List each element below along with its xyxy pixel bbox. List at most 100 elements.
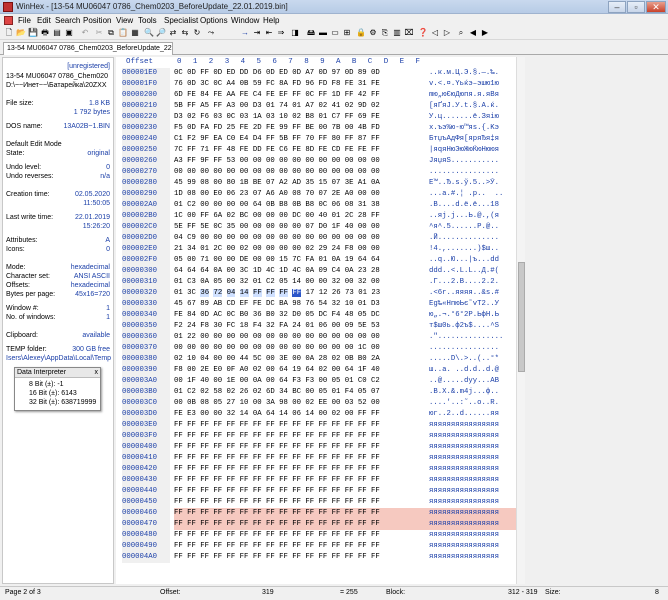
row-hex-bytes[interactable]: 5E FF 5E 0C 35 00 00 00 00 00 07 D0 1F 4… bbox=[174, 222, 429, 233]
row-hex-bytes[interactable]: 45 99 08 00 80 1B BE 07 A2 AD 35 15 07 3… bbox=[174, 178, 429, 189]
paste-block-icon[interactable]: ▦ bbox=[130, 28, 140, 38]
row-hex-bytes[interactable]: 6D FE 84 FE AA FE C4 FE EF FF 0C FF 1D F… bbox=[174, 90, 429, 101]
hex-row[interactable]: 000002F0 05 00 71 00 00 DE 00 00 15 7C FA… bbox=[116, 255, 516, 266]
hex-row[interactable]: 00000310 01 C3 0A 05 00 32 01 C2 05 14 00… bbox=[116, 277, 516, 288]
row-hex-bytes[interactable]: 21 34 01 2C 00 02 00 00 00 00 02 29 24 F… bbox=[174, 244, 429, 255]
row-hex-bytes[interactable]: FE 84 0D AC 0C B0 36 B0 32 D0 05 DC F4 4… bbox=[174, 310, 429, 321]
paste-icon[interactable]: 📋 bbox=[118, 28, 128, 38]
wipe-icon[interactable]: ⌧ bbox=[404, 28, 414, 38]
row-ascii[interactable]: ..яj.ј...Ь.@.,(я bbox=[429, 211, 516, 222]
menu-tools[interactable]: Tools bbox=[138, 16, 157, 25]
row-hex-bytes[interactable]: 5B FF A5 FF A3 00 D3 01 74 01 A7 02 41 0… bbox=[174, 101, 429, 112]
tab-document[interactable]: 13-54 MU06047 0786_Chem0203_BeforeUpdate… bbox=[3, 42, 173, 55]
data-interpreter-window[interactable]: Data Interpreter x 8 Bit (±): -1 16 Bit … bbox=[14, 367, 101, 411]
row-ascii[interactable]: яяяяяяяяяяяяяяяя bbox=[429, 453, 516, 464]
row-ascii[interactable]: .Й.............. bbox=[429, 233, 516, 244]
hex-row[interactable]: 000003D0 FE E3 00 00 32 14 0A 64 14 06 14… bbox=[116, 409, 516, 420]
history-back-icon[interactable]: ◁ bbox=[430, 28, 440, 38]
row-hex-bytes[interactable]: 01 C3 0A 05 00 32 01 C2 05 14 00 00 32 0… bbox=[174, 277, 429, 288]
hex-editor[interactable]: Offset 0123456789ABCDEF 000001E0 0C 0D FF… bbox=[116, 57, 516, 584]
goto-back-icon[interactable]: ⇤ bbox=[264, 28, 274, 38]
hex-row[interactable]: 000002A0 01 C2 00 00 00 00 64 0B B8 0B B8… bbox=[116, 200, 516, 211]
cut-icon[interactable]: ✂ bbox=[94, 28, 104, 38]
row-ascii[interactable]: v.<.¤.Yьќэ–эшю1ю bbox=[429, 79, 516, 90]
hex-byte[interactable]: 14 bbox=[239, 289, 249, 297]
row-ascii[interactable]: х.ъэ%ю-ю™яѕ.{.Kэ bbox=[429, 123, 516, 134]
goto-page-icon[interactable]: ⇥ bbox=[252, 28, 262, 38]
save-icon[interactable]: 💾 bbox=[28, 28, 38, 38]
hex-row[interactable]: 00000350 F2 24 F8 30 FC 18 F4 32 FA 24 01… bbox=[116, 321, 516, 332]
row-ascii[interactable]: ..к.м.Ц.Э.§.—.‰. bbox=[429, 68, 516, 79]
binoculars-icon[interactable]: ⌕ bbox=[456, 28, 466, 38]
hex-byte[interactable]: 72 bbox=[213, 289, 223, 297]
row-hex-bytes[interactable]: C1 F2 9F EA C0 E4 D4 FF 5B FF 70 FF 80 F… bbox=[174, 134, 429, 145]
row-ascii[interactable]: яяяяяяяяяяяяяяяя bbox=[429, 431, 516, 442]
row-ascii[interactable]: .<6r..яяяя..&s.# bbox=[429, 288, 516, 299]
find-text-icon[interactable]: 🔍 bbox=[144, 28, 154, 38]
menu-window[interactable]: Window bbox=[231, 16, 259, 25]
row-hex-bytes[interactable]: FF FF FF FF FF FF FF FF FF FF FF FF FF F… bbox=[174, 442, 429, 453]
table-icon[interactable]: ⊞ bbox=[342, 28, 352, 38]
replace-hex-icon[interactable]: ⇆ bbox=[180, 28, 190, 38]
row-ascii[interactable]: яяяяяяяяяяяяяяяя bbox=[429, 475, 516, 486]
row-hex-bytes[interactable]: FF FF FF FF FF FF FF FF FF FF FF FF FF F… bbox=[174, 475, 429, 486]
hex-row[interactable]: 00000470 FF FF FF FF FF FF FF FF FF FF FF… bbox=[116, 519, 516, 530]
row-ascii[interactable]: ЈяџяS........... bbox=[429, 156, 516, 167]
row-ascii[interactable]: .В.X.&.m4ј...ф.. bbox=[429, 387, 516, 398]
row-hex-bytes[interactable]: 76 0D 3C 0C A4 0B 59 FC 8A FD 96 FD F8 F… bbox=[174, 79, 429, 90]
hex-byte[interactable]: 73 bbox=[345, 289, 354, 297]
row-ascii[interactable]: БтџъАдФя[яpяЂя‡я bbox=[429, 134, 516, 145]
hex-byte[interactable]: FF bbox=[292, 289, 302, 297]
row-hex-bytes[interactable]: FF FF FF FF FF FF FF FF FF FF FF FF FF F… bbox=[174, 431, 429, 442]
print-icon[interactable]: 🖶 bbox=[40, 28, 50, 38]
back-arrow-icon[interactable]: ◀ bbox=[468, 28, 478, 38]
menu-help[interactable]: Help bbox=[263, 16, 279, 25]
hex-row[interactable]: 00000450 FF FF FF FF FF FF FF FF FF FF FF… bbox=[116, 497, 516, 508]
hex-row[interactable]: 00000400 FF FF FF FF FF FF FF FF FF FF FF… bbox=[116, 442, 516, 453]
open-file-icon[interactable]: 📂 bbox=[16, 28, 26, 38]
row-ascii[interactable]: юг..2..d......яя bbox=[429, 409, 516, 420]
goto-offset-icon[interactable]: → bbox=[240, 28, 250, 38]
row-ascii[interactable]: Eg‰«НпюЬє˜vT2..У bbox=[429, 299, 516, 310]
hex-row[interactable]: 00000200 6D FE 84 FE AA FE C4 FE EF FF 0C… bbox=[116, 90, 516, 101]
hex-row[interactable]: 00000240 C1 F2 9F EA C0 E4 D4 FF 5B FF 70… bbox=[116, 134, 516, 145]
minimize-button[interactable]: – bbox=[608, 1, 626, 13]
menu-view[interactable]: View bbox=[116, 16, 133, 25]
row-hex-bytes[interactable]: 00 1F 40 00 1E 00 0A 00 64 F3 F3 00 05 0… bbox=[174, 376, 429, 387]
replace-text-icon[interactable]: ⇄ bbox=[168, 28, 178, 38]
hex-row[interactable]: 000001E0 0C 0D FF 0D ED DD D6 0D ED 0D A7… bbox=[116, 68, 516, 79]
row-hex-bytes[interactable]: FF FF FF FF FF FF FF FF FF FF FF FF FF F… bbox=[174, 497, 429, 508]
hex-row[interactable]: 00000300 64 64 64 0A 00 3C 1D 4C 1D 4C 0A… bbox=[116, 266, 516, 277]
row-hex-bytes[interactable]: FF FF FF FF FF FF FF FF FF FF FF FF FF F… bbox=[174, 541, 429, 552]
hex-byte[interactable]: 04 bbox=[226, 289, 236, 297]
row-hex-bytes[interactable]: 7C FF 71 FF 48 FE DD FE C6 FE 8D FE CD F… bbox=[174, 145, 429, 156]
menu-specialist[interactable]: Specialist bbox=[164, 16, 198, 25]
row-ascii[interactable]: яяяяяяяяяяяяяяяя bbox=[429, 508, 516, 519]
data-interpreter-close-icon[interactable]: x bbox=[95, 368, 99, 378]
row-ascii[interactable]: т$ш0ь.ф2ъ$....^S bbox=[429, 321, 516, 332]
row-ascii[interactable]: .Г...2.В....2.2. bbox=[429, 277, 516, 288]
hex-byte[interactable]: 17 bbox=[306, 289, 315, 297]
row-ascii[interactable]: ю„.¬.°6°2Р.ЬфH.Ь bbox=[429, 310, 516, 321]
goto-sector-icon[interactable]: ◨ bbox=[290, 28, 300, 38]
hex-byte[interactable]: FF bbox=[252, 289, 262, 297]
calculator-icon[interactable]: ▭ bbox=[330, 28, 340, 38]
row-hex-bytes[interactable]: 1C 00 FF 6A 02 BC 00 00 00 DC 00 40 01 2… bbox=[174, 211, 429, 222]
row-ascii[interactable]: ................ bbox=[429, 167, 516, 178]
vertical-scrollbar[interactable] bbox=[516, 57, 525, 584]
row-hex-bytes[interactable]: F8 00 2E E0 0F A0 02 00 64 19 64 02 00 6… bbox=[174, 365, 429, 376]
row-hex-bytes[interactable]: FF FF FF FF FF FF FF FF FF FF FF FF FF F… bbox=[174, 552, 429, 563]
hex-row[interactable]: 00000360 01 22 00 00 00 00 00 00 00 00 00… bbox=[116, 332, 516, 343]
row-ascii[interactable]: E™..Ђ.ѕ.ў.5..>Ў. bbox=[429, 178, 516, 189]
row-hex-bytes[interactable]: FF FF FF FF FF FF FF FF FF FF FF FF FF F… bbox=[174, 530, 429, 541]
properties-icon[interactable]: ▤ bbox=[52, 28, 62, 38]
row-ascii[interactable]: ."............... bbox=[429, 332, 516, 343]
row-ascii[interactable]: ..q..Ю...|ъ...dd bbox=[429, 255, 516, 266]
hex-row[interactable]: 00000380 02 10 04 00 00 44 5C 00 3E 00 0A… bbox=[116, 354, 516, 365]
hex-row[interactable]: 000002D0 04 C9 00 00 00 00 00 00 00 00 00… bbox=[116, 233, 516, 244]
close-button[interactable]: ✕ bbox=[646, 1, 666, 13]
row-hex-bytes[interactable]: FF FF FF FF FF FF FF FF FF FF FF FF FF F… bbox=[174, 519, 429, 530]
row-hex-bytes[interactable]: FF FF FF FF FF FF FF FF FF FF FF FF FF F… bbox=[174, 420, 429, 431]
row-ascii[interactable]: яяяяяяяяяяяяяяяя bbox=[429, 486, 516, 497]
row-hex-bytes[interactable]: FF FF FF FF FF FF FF FF FF FF FF FF FF F… bbox=[174, 508, 429, 519]
